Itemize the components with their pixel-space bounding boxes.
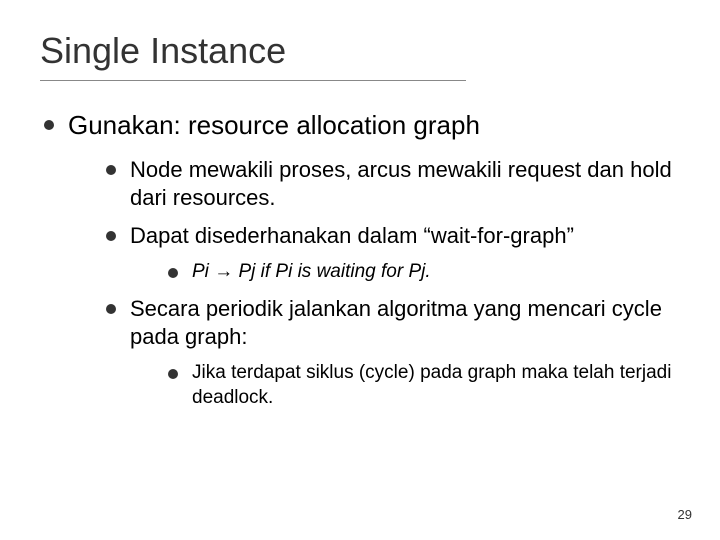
bullet-lvl1-text: Node mewakili proses, arcus mewakili req… bbox=[130, 157, 672, 210]
bullet-lvl1: Dapat disederhanakan dalam “wait-for-gra… bbox=[102, 222, 680, 285]
arrow-icon: → bbox=[214, 261, 233, 282]
bullet-list: Gunakan: resource allocation graph Node … bbox=[40, 109, 680, 410]
pi-italic: Pi bbox=[192, 261, 214, 282]
bullet-lvl2-text: Jika terdapat siklus (cycle) pada graph … bbox=[192, 362, 671, 408]
bullet-dot-icon bbox=[44, 120, 54, 130]
bullet-dot-icon bbox=[168, 369, 178, 379]
bullet-dot-icon bbox=[106, 165, 116, 175]
bullet-list-lvl2: Jika terdapat siklus (cycle) pada graph … bbox=[164, 361, 680, 410]
slide: Single Instance Gunakan: resource alloca… bbox=[0, 0, 720, 540]
bullet-lvl2: Pi → Pj if Pi is waiting for Pj. bbox=[164, 260, 680, 285]
bullet-lvl0-text: Gunakan: resource allocation graph bbox=[68, 110, 480, 140]
bullet-dot-icon bbox=[106, 231, 116, 241]
bullet-lvl0: Gunakan: resource allocation graph Node … bbox=[40, 109, 680, 410]
bullet-lvl1: Secara periodik jalankan algoritma yang … bbox=[102, 295, 680, 411]
bullet-dot-icon bbox=[106, 304, 116, 314]
bullet-lvl1: Node mewakili proses, arcus mewakili req… bbox=[102, 156, 680, 212]
bullet-list-lvl2: Pi → Pj if Pi is waiting for Pj. bbox=[164, 260, 680, 285]
bullet-lvl1-text: Dapat disederhanakan dalam “wait-for-gra… bbox=[130, 223, 574, 248]
page-number: 29 bbox=[678, 507, 692, 522]
bullet-list-lvl1: Node mewakili proses, arcus mewakili req… bbox=[102, 156, 680, 411]
bullet-lvl2: Jika terdapat siklus (cycle) pada graph … bbox=[164, 361, 680, 410]
bullet-lvl1-text: Secara periodik jalankan algoritma yang … bbox=[130, 296, 662, 349]
pj-italic: Pj if Pi is waiting for Pj. bbox=[233, 261, 430, 282]
bullet-dot-icon bbox=[168, 268, 178, 278]
slide-title: Single Instance bbox=[40, 30, 466, 81]
